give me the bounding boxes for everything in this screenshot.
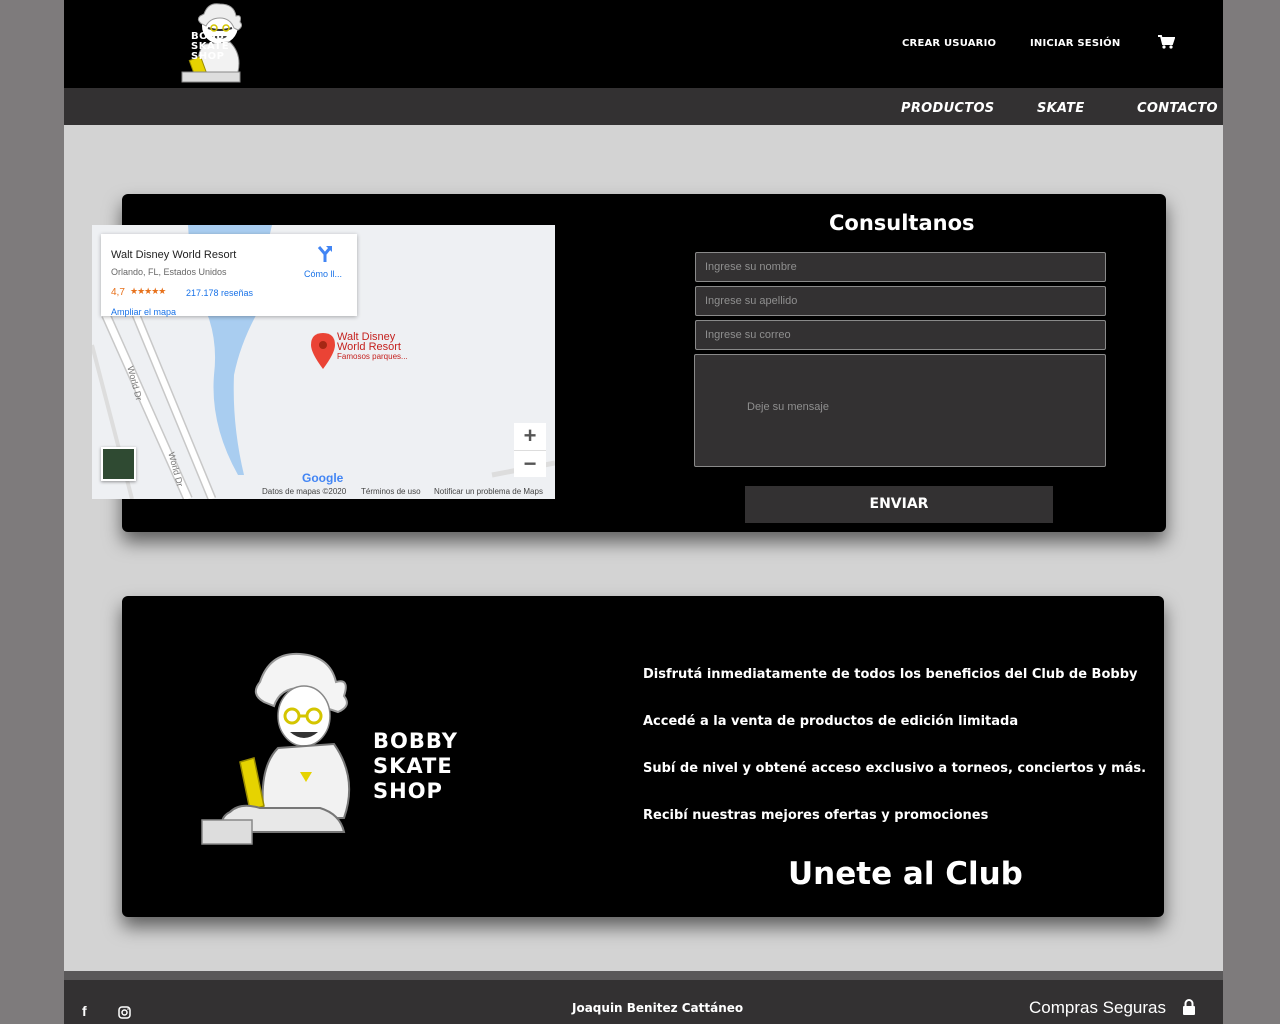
- login-link[interactable]: INICIAR SESIÓN: [1030, 38, 1120, 49]
- instagram-icon[interactable]: [118, 1006, 131, 1019]
- contact-form-title: Consultanos: [829, 211, 975, 235]
- directions-icon[interactable]: [316, 244, 334, 264]
- map-place-address: Orlando, FL, Estados Unidos: [111, 267, 227, 277]
- bobby-mascot-image: [201, 652, 351, 845]
- create-user-link[interactable]: CREAR USUARIO: [902, 38, 996, 49]
- secure-purchases-label: Compras Seguras: [1029, 998, 1167, 1017]
- map-rating-stars: ★★★★★: [130, 286, 166, 296]
- map-place-name: Walt Disney World Resort: [111, 249, 237, 261]
- map-report-link[interactable]: Notificar un problema de Maps: [434, 487, 543, 496]
- facebook-icon[interactable]: f: [82, 1003, 87, 1019]
- map-rating-value: 4,7: [111, 287, 125, 298]
- embedded-map[interactable]: World Dr World Dr Walt Disney World Reso…: [92, 225, 555, 499]
- google-logo: Google: [302, 471, 344, 485]
- nav-skate[interactable]: SKATE: [1037, 101, 1085, 116]
- club-benefit-item: Accedé a la venta de productos de edició…: [643, 714, 1019, 729]
- shopping-cart-icon[interactable]: [1157, 34, 1175, 50]
- map-directions-link[interactable]: Cómo ll...: [304, 269, 342, 279]
- send-button[interactable]: ENVIAR: [745, 486, 1053, 523]
- message-field[interactable]: Deje su mensaje: [694, 354, 1106, 467]
- footer-divider: [64, 971, 1223, 980]
- club-benefit-item: Disfrutá inmediatamente de todos los ben…: [643, 667, 1138, 682]
- join-club-button[interactable]: Unete al Club: [788, 856, 1023, 892]
- map-data-credit: Datos de mapas ©2020: [262, 487, 347, 496]
- map-enlarge-link[interactable]: Ampliar el mapa: [111, 307, 176, 317]
- map-reviews-link[interactable]: 217.178 reseñas: [186, 288, 253, 298]
- nav-products[interactable]: PRODUCTOS: [901, 101, 994, 116]
- map-terms-link[interactable]: Términos de uso: [361, 487, 421, 496]
- footer-author: Joaquin Benitez Cattáneo: [572, 1001, 744, 1015]
- lock-icon: [1183, 999, 1195, 1015]
- map-info-card: Walt Disney World Resort Orlando, FL, Es…: [101, 234, 357, 317]
- club-brand-name: BOBBY SKATE SHOP: [373, 729, 458, 803]
- surname-field[interactable]: Ingrese su apellido: [695, 286, 1106, 316]
- satellite-toggle[interactable]: [101, 447, 136, 481]
- zoom-out-button[interactable]: −: [514, 450, 546, 477]
- club-benefit-item: Subí de nivel y obtené acceso exclusivo …: [643, 761, 1147, 776]
- nav-contact[interactable]: CONTACTO: [1137, 101, 1218, 116]
- club-benefit-item: Recibí nuestras mejores ofertas y promoc…: [643, 808, 989, 823]
- name-field[interactable]: Ingrese su nombre: [695, 252, 1106, 282]
- email-field[interactable]: Ingrese su correo: [695, 320, 1106, 350]
- header-brand-name: BOBBY SKATE SHOP: [191, 31, 232, 62]
- map-marker-label: Walt Disney World Resort Famosos parques…: [337, 331, 408, 362]
- zoom-in-button[interactable]: +: [514, 423, 546, 450]
